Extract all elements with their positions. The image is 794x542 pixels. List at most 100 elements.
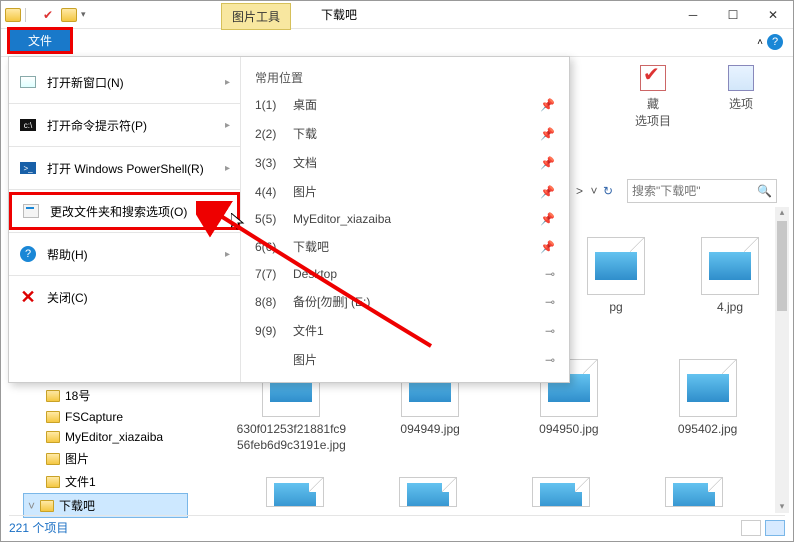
- frequent-location-item[interactable]: 8(8)备份[勿删] (E:)⊸: [247, 287, 563, 316]
- minimize-button[interactable]: ─: [673, 1, 713, 29]
- frequent-location-item[interactable]: 6(6)下载吧📌: [247, 232, 563, 261]
- qat-dropdown-icon[interactable]: ▾: [81, 9, 86, 20]
- chevron-right-icon: ▸: [225, 120, 230, 131]
- file-menu-right-pane: 常用位置 1(1)桌面📌2(2)下载📌3(3)文档📌4(4)图片📌5(5)MyE…: [241, 57, 569, 382]
- frequent-item-number: 7(7): [255, 267, 285, 281]
- pin-icon[interactable]: ⊸: [545, 267, 555, 281]
- ribbon-group-options[interactable]: 选项: [711, 65, 771, 129]
- chevron-right-icon: ▸: [225, 249, 230, 260]
- menu-item-label: 打开命令提示符(P): [47, 117, 147, 134]
- folder-icon: [5, 8, 21, 22]
- frequent-location-item[interactable]: 2(2)下载📌: [247, 119, 563, 148]
- menu-item-open-powershell[interactable]: >_ 打开 Windows PowerShell(R) ▸: [9, 149, 240, 187]
- help-icon: ?: [20, 246, 36, 262]
- view-mode-switcher: [741, 520, 785, 536]
- folder-icon: [46, 476, 60, 488]
- navigation-tree: ˅ 桌面 18号FSCaptureMyEditor_xiazaiba图片文件1˅…: [23, 361, 188, 518]
- menu-item-open-cmd[interactable]: c:\ 打开命令提示符(P) ▸: [9, 106, 240, 144]
- file-thumbnail[interactable]: [266, 477, 324, 507]
- ribbon-pane-right: 藏 选项目 选项: [601, 57, 793, 137]
- close-icon: ✕: [19, 288, 37, 306]
- file-name: 094949.jpg: [400, 422, 459, 438]
- tree-node[interactable]: FSCapture: [23, 407, 188, 427]
- view-icons-button[interactable]: [765, 520, 785, 536]
- file-item[interactable]: 095402.jpg: [642, 359, 773, 453]
- tree-node[interactable]: MyEditor_xiazaiba: [23, 427, 188, 447]
- frequent-location-item[interactable]: 图片⊸: [247, 345, 563, 374]
- pin-icon[interactable]: ⊸: [545, 295, 555, 309]
- menu-item-label: 更改文件夹和搜索选项(O): [50, 203, 187, 220]
- frequent-location-item[interactable]: 4(4)图片📌: [247, 177, 563, 206]
- view-details-button[interactable]: [741, 520, 761, 536]
- frequent-item-number: 9(9): [255, 324, 285, 338]
- search-icon: 🔍: [757, 184, 772, 198]
- frequent-item-label: 文件1: [293, 322, 324, 339]
- search-box[interactable]: 🔍: [627, 179, 777, 203]
- file-name: 094950.jpg: [539, 422, 598, 438]
- pin-icon[interactable]: 📌: [540, 127, 555, 141]
- scroll-up-icon[interactable]: ▴: [775, 207, 789, 219]
- tree-toggle-icon[interactable]: ˅: [28, 499, 35, 513]
- menu-item-change-folder-options[interactable]: 更改文件夹和搜索选项(O): [9, 192, 240, 230]
- file-thumbnail[interactable]: [399, 477, 457, 507]
- folder-icon: [46, 390, 60, 402]
- frequent-location-item[interactable]: 3(3)文档📌: [247, 148, 563, 177]
- tree-node[interactable]: 图片: [23, 447, 188, 470]
- checkbox-icon: [640, 65, 666, 91]
- menu-item-close[interactable]: ✕ 关闭(C): [9, 278, 240, 316]
- scrollbar-thumb[interactable]: [777, 221, 787, 311]
- pin-icon[interactable]: 📌: [540, 156, 555, 170]
- help-icon[interactable]: ?: [767, 34, 783, 50]
- frequent-location-item[interactable]: 1(1)桌面📌: [247, 90, 563, 119]
- breadcrumb-separator: >: [576, 184, 583, 198]
- menu-separator: [9, 146, 240, 147]
- menu-separator: [9, 275, 240, 276]
- frequent-item-label: 文档: [293, 154, 317, 171]
- frequent-location-item[interactable]: 7(7)Desktop⊸: [247, 261, 563, 287]
- folder-icon: [46, 453, 60, 465]
- scroll-down-icon[interactable]: ▾: [775, 501, 789, 513]
- pin-icon[interactable]: 📌: [540, 212, 555, 226]
- ribbon-collapse-icon[interactable]: ˄: [757, 37, 763, 48]
- menu-item-help[interactable]: ? 帮助(H) ▸: [9, 235, 240, 273]
- frequent-location-item[interactable]: 5(5) MyEditor_xiazaiba 📌: [247, 206, 563, 232]
- file-item[interactable]: 4.jpg: [690, 237, 770, 316]
- tree-node-label: 下载吧: [59, 497, 95, 514]
- file-name: 4.jpg: [690, 300, 770, 316]
- pin-icon[interactable]: ⊸: [545, 353, 555, 367]
- vertical-scrollbar[interactable]: ▴ ▾: [775, 207, 789, 513]
- ribbon-label: 选项: [729, 95, 753, 112]
- quick-access-toolbar: ✔ ▾: [1, 8, 90, 22]
- ribbon-label: 藏 选项目: [635, 95, 671, 129]
- close-button[interactable]: ✕: [753, 1, 793, 29]
- tree-node[interactable]: 18号: [23, 384, 188, 407]
- tree-node[interactable]: 文件1: [23, 470, 188, 493]
- pin-icon[interactable]: ⊸: [545, 324, 555, 338]
- frequent-item-label: MyEditor_xiazaiba: [293, 212, 391, 226]
- file-thumbnail[interactable]: [532, 477, 590, 507]
- menu-item-label: 关闭(C): [47, 289, 88, 306]
- pin-icon[interactable]: 📌: [540, 240, 555, 254]
- menu-item-open-new-window[interactable]: 打开新窗口(N) ▸: [9, 63, 240, 101]
- qat-checkbox-icon[interactable]: ✔: [43, 8, 57, 22]
- file-thumbnail: [587, 237, 645, 295]
- file-item[interactable]: pg: [576, 237, 656, 316]
- frequent-item-number: 1(1): [255, 98, 285, 112]
- contextual-tab-picture-tools[interactable]: 图片工具: [221, 3, 291, 30]
- frequent-item-number: 2(2): [255, 127, 285, 141]
- frequent-location-item[interactable]: 9(9) 文件1 ⊸: [247, 316, 563, 345]
- pin-icon[interactable]: 📌: [540, 185, 555, 199]
- file-name: 095402.jpg: [678, 422, 737, 438]
- frequent-item-number: 5(5): [255, 212, 285, 226]
- refresh-icon[interactable]: ↻: [597, 180, 619, 202]
- explorer-window: ✔ ▾ 图片工具 下载吧 ─ ☐ ✕ 文件 ˄ ? 藏 选项目 选项: [0, 0, 794, 542]
- pin-icon[interactable]: 📌: [540, 98, 555, 112]
- list-options-icon: [728, 65, 754, 91]
- search-input[interactable]: [632, 184, 772, 198]
- folder-icon: [61, 8, 77, 22]
- file-tab[interactable]: 文件: [7, 27, 73, 54]
- ribbon-group-hidden-items[interactable]: 藏 选项目: [623, 65, 683, 129]
- maximize-button[interactable]: ☐: [713, 1, 753, 29]
- tree-node-label: MyEditor_xiazaiba: [65, 430, 163, 444]
- file-thumbnail[interactable]: [665, 477, 723, 507]
